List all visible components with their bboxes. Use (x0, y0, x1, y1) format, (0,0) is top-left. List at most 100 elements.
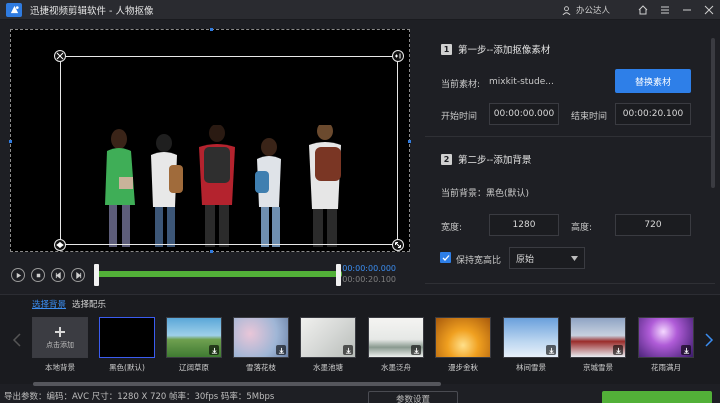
trim-end-handle[interactable] (336, 264, 341, 286)
download-button[interactable] (276, 345, 286, 355)
library-item-ink-pond[interactable]: 水墨池塘 (300, 317, 356, 373)
library-item-caption: 雪落花枝 (246, 363, 276, 372)
download-icon (683, 347, 689, 354)
scroll-right-icon[interactable] (704, 333, 714, 347)
width-input[interactable]: 1280 (489, 214, 559, 236)
download-icon (615, 347, 621, 354)
resize-handle-right[interactable] (408, 140, 411, 143)
keep-ratio-label: 保持宽高比 (456, 256, 502, 266)
parameter-settings-button[interactable]: 参数设置 (368, 391, 458, 403)
tab-select-background[interactable]: 选择背景 (32, 298, 66, 310)
user-account[interactable]: 办公达人 (562, 4, 610, 16)
download-icon (211, 347, 217, 354)
crop-scale-handle[interactable] (392, 50, 404, 62)
current-background-label: 当前背景：黑色(默认) (441, 189, 530, 199)
stop-icon (36, 273, 40, 277)
flip-icon (56, 242, 64, 248)
play-icon (16, 272, 21, 278)
library-item-caption: 辽阔草原 (179, 363, 209, 372)
export-button[interactable] (602, 391, 712, 403)
previous-frame-icon (55, 271, 61, 279)
ratio-select[interactable]: 原始 (509, 247, 585, 269)
library-item-caption: 京城雪景 (583, 363, 613, 372)
library-item-city-snow[interactable]: 京城雪景 (570, 317, 626, 373)
menu-button[interactable] (654, 0, 676, 20)
height-label: 高度: (571, 223, 593, 233)
library-item-caption: 水墨泛舟 (381, 363, 411, 372)
step1-heading: 1 第一步--添加抠像素材 (441, 42, 550, 56)
download-button[interactable] (546, 345, 556, 355)
step1-number: 1 (441, 43, 452, 55)
user-icon (562, 5, 571, 15)
export-params-info: 导出参数：编码：AVC 尺寸：1280 X 720 帧率：30fps 码率：5M… (4, 392, 275, 402)
minimize-icon (683, 9, 691, 11)
download-button[interactable] (209, 345, 219, 355)
library-item-caption: 黑色(默认) (109, 363, 145, 372)
tab-select-music[interactable]: 选择配乐 (72, 298, 106, 310)
download-button[interactable] (343, 345, 353, 355)
panel-scrollbar[interactable] (711, 38, 715, 188)
download-button[interactable] (411, 345, 421, 355)
trim-start-handle[interactable] (94, 264, 99, 286)
title-bar: 迅捷视频剪辑软件 - 人物抠像 办公达人 (0, 0, 720, 20)
trim-timeline-bar[interactable] (96, 271, 342, 277)
home-icon (638, 5, 648, 15)
next-frame-button[interactable] (71, 268, 85, 282)
height-input[interactable]: 720 (615, 214, 691, 236)
previous-frame-button[interactable] (51, 268, 65, 282)
menu-icon (661, 6, 669, 14)
library-item-ink-boat[interactable]: 水墨泛舟 (368, 317, 424, 373)
download-button[interactable] (613, 345, 623, 355)
app-logo-icon (6, 2, 22, 17)
close-icon (704, 5, 714, 15)
plus-icon (55, 326, 65, 337)
resize-handle-left[interactable] (9, 140, 12, 143)
crop-delete-handle[interactable] (54, 50, 66, 62)
ratio-select-value: 原始 (516, 254, 535, 265)
library-item-flower-moon[interactable]: 花雨满月 (638, 317, 694, 373)
step2-heading: 2 第二步--添加背景 (441, 152, 531, 166)
resize-handle-bottom[interactable] (210, 250, 213, 253)
crop-flip-handle[interactable] (54, 239, 66, 251)
download-icon (278, 347, 284, 354)
crop-rotate-handle[interactable] (392, 239, 404, 251)
minimize-button[interactable] (676, 0, 698, 20)
play-button[interactable] (11, 268, 25, 282)
library-item-grassland[interactable]: 辽阔草原 (166, 317, 222, 373)
library-item-forest-snow[interactable]: 林间雪景 (503, 317, 559, 373)
current-timecode: 00:00:00.000 (342, 264, 396, 273)
crop-frame[interactable] (54, 50, 404, 251)
library-scrollbar[interactable] (33, 382, 441, 386)
home-button[interactable] (632, 0, 654, 20)
step2-number: 2 (441, 153, 452, 165)
library-item-caption: 漫步金秋 (448, 363, 478, 372)
download-button[interactable] (681, 345, 691, 355)
close-button[interactable] (698, 0, 720, 20)
resize-icon (395, 242, 401, 248)
download-icon (413, 347, 419, 354)
start-time-label: 开始时间 (441, 112, 478, 122)
user-name: 办公达人 (575, 6, 610, 16)
step2-title: 第二步--添加背景 (458, 155, 532, 166)
current-material-label: 当前素材: (441, 80, 481, 90)
library-item-local[interactable]: 点击添加 本地背景 (32, 317, 88, 373)
section-divider-bottom (425, 283, 715, 284)
scroll-left-icon[interactable] (12, 333, 22, 347)
add-local-label: 点击添加 (46, 340, 74, 349)
plus-one-icon (395, 53, 401, 59)
download-icon (548, 347, 554, 354)
start-time-input[interactable]: 00:00:00.000 (489, 103, 559, 125)
library-item-golden-autumn[interactable]: 漫步金秋 (435, 317, 491, 373)
library-item-caption: 林间雪景 (516, 363, 546, 372)
stop-button[interactable] (31, 268, 45, 282)
checkmark-icon (442, 254, 449, 261)
end-time-label: 结束时间 (571, 112, 608, 122)
keep-ratio-checkbox[interactable] (440, 252, 451, 263)
replace-material-button[interactable]: 替换素材 (615, 69, 691, 93)
end-time-input[interactable]: 00:00:20.100 (615, 103, 691, 125)
video-preview[interactable] (9, 28, 411, 253)
settings-panel: 1 第一步--添加抠像素材 当前素材: mixkit-stude... 替换素材… (425, 28, 715, 293)
library-item-snow-branch[interactable]: 雪落花枝 (233, 317, 289, 373)
resize-handle-top[interactable] (210, 28, 213, 31)
library-item-black-default[interactable]: 黑色(默认) (99, 317, 155, 373)
